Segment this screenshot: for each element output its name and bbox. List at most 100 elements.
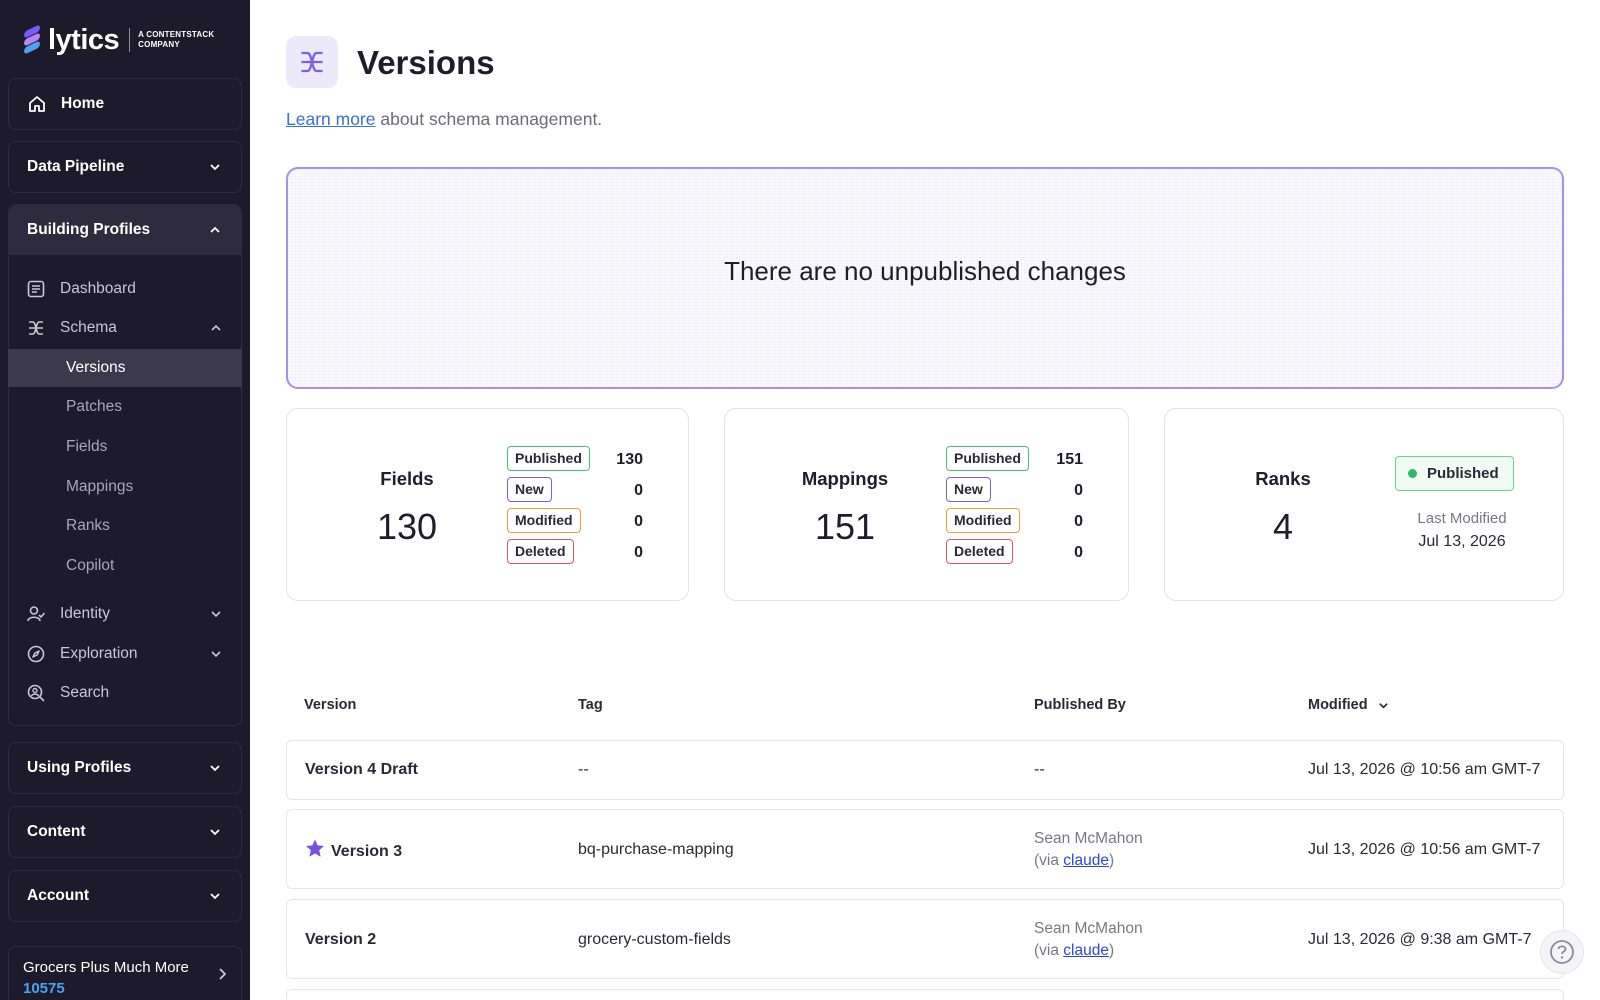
column-header-tag[interactable]: Tag bbox=[578, 697, 603, 713]
chevron-down-icon bbox=[210, 893, 220, 900]
table-row[interactable]: Version 3 bq-purchase-mapping Sean McMah… bbox=[286, 809, 1564, 889]
chevron-down-icon bbox=[211, 611, 221, 618]
via-claude-link[interactable]: claude bbox=[1063, 852, 1109, 869]
published-by-cell: -- bbox=[1034, 761, 1045, 778]
column-header-version[interactable]: Version bbox=[304, 697, 356, 713]
schema-icon bbox=[29, 321, 43, 335]
new-badge: New bbox=[507, 477, 552, 502]
sidebar-item-patches[interactable]: Patches bbox=[8, 388, 242, 426]
mappings-total: 151 bbox=[814, 506, 876, 547]
account-id: 10575 bbox=[23, 980, 65, 997]
logo-wordmark: lytics bbox=[48, 23, 120, 56]
mappings-published-count: 151 bbox=[1056, 451, 1083, 468]
published-badge: Published bbox=[507, 446, 590, 471]
table-row[interactable] bbox=[286, 989, 1564, 1000]
sidebar-item-exploration[interactable]: Exploration bbox=[8, 635, 242, 673]
fields-published-count: 130 bbox=[616, 451, 643, 468]
tag-cell: grocery-custom-fields bbox=[578, 931, 731, 948]
chevron-up-icon bbox=[211, 324, 221, 331]
fields-stat-card[interactable]: Fields 130 Published New Modified Delete… bbox=[286, 408, 689, 601]
sidebar-item-dashboard[interactable]: Dashboard bbox=[8, 270, 242, 308]
sidebar-item-identity[interactable]: Identity bbox=[8, 595, 242, 633]
deleted-badge: Deleted bbox=[507, 539, 574, 564]
compass-icon bbox=[27, 645, 45, 663]
mappings-label: Mappings bbox=[801, 468, 889, 489]
table-row[interactable]: Version 2 grocery-custom-fields Sean McM… bbox=[286, 899, 1564, 979]
search-user-icon bbox=[27, 684, 45, 702]
status-dot-icon bbox=[1408, 469, 1417, 478]
account-name: Grocers Plus Much More bbox=[23, 959, 189, 976]
nav-content[interactable]: Content bbox=[8, 806, 242, 858]
version-cell: Version 3 bbox=[305, 839, 402, 861]
nav-content-label: Content bbox=[27, 823, 86, 840]
published-by-cell: Sean McMahon (via claude) bbox=[1034, 830, 1143, 869]
chevron-down-icon bbox=[210, 164, 220, 171]
sidebar-item-search[interactable]: Search bbox=[8, 674, 242, 712]
new-badge: New bbox=[946, 477, 991, 502]
column-header-modified[interactable]: Modified bbox=[1308, 697, 1389, 713]
table-row[interactable]: Version 4 Draft -- -- Jul 13, 2026 @ 10:… bbox=[286, 740, 1564, 800]
nav-using-profiles[interactable]: Using Profiles bbox=[8, 742, 242, 794]
mappings-modified-count: 0 bbox=[1074, 513, 1083, 530]
nav-account[interactable]: Account bbox=[8, 870, 242, 922]
chevron-up-icon bbox=[210, 226, 220, 233]
mappings-deleted-count: 0 bbox=[1074, 544, 1083, 561]
lytics-logo-icon bbox=[22, 24, 44, 55]
logo-tagline: A CONTENTSTACK COMPANY bbox=[138, 30, 215, 49]
nav-account-label: Account bbox=[27, 887, 89, 904]
modified-cell: Jul 13, 2026 @ 10:56 am GMT-7 bbox=[1308, 841, 1541, 858]
sidebar: lytics A CONTENTSTACK COMPANY Home Data … bbox=[0, 0, 250, 1000]
published-badge: Published bbox=[946, 446, 1029, 471]
account-switcher[interactable]: Grocers Plus Much More 10575 bbox=[8, 946, 242, 1000]
sidebar-item-ranks[interactable]: Ranks bbox=[8, 507, 242, 545]
banner-message: There are no unpublished changes bbox=[724, 255, 1126, 286]
ranks-label: Ranks bbox=[1255, 468, 1311, 489]
nav-data-pipeline[interactable]: Data Pipeline bbox=[8, 141, 242, 193]
page-title: Versions bbox=[357, 44, 495, 81]
tag-cell: bq-purchase-mapping bbox=[578, 841, 734, 858]
sidebar-item-versions[interactable]: Versions bbox=[8, 349, 242, 387]
identity-icon bbox=[27, 606, 46, 622]
fields-deleted-count: 0 bbox=[634, 544, 643, 561]
last-modified-label: Last Modified bbox=[1417, 510, 1507, 527]
chevron-down-icon bbox=[210, 765, 220, 772]
chevron-down-icon bbox=[210, 829, 220, 836]
via-claude-link[interactable]: claude bbox=[1063, 942, 1109, 959]
chevron-down-icon bbox=[211, 651, 221, 658]
fields-modified-count: 0 bbox=[634, 513, 643, 530]
star-icon bbox=[306, 839, 324, 857]
chevron-right-icon bbox=[219, 968, 227, 980]
fields-label: Fields bbox=[380, 468, 434, 489]
nav-using-profiles-label: Using Profiles bbox=[27, 759, 132, 776]
modified-cell: Jul 13, 2026 @ 9:38 am GMT-7 bbox=[1308, 931, 1532, 948]
published-by-cell: Sean McMahon (via claude) bbox=[1034, 920, 1143, 959]
nav-building-profiles-label: Building Profiles bbox=[27, 221, 151, 238]
ranks-status-badge: Published bbox=[1395, 456, 1514, 491]
dashboard-icon bbox=[27, 280, 45, 298]
last-modified-date: Jul 13, 2026 bbox=[1418, 533, 1506, 550]
sidebar-item-copilot[interactable]: Copilot bbox=[8, 547, 242, 585]
learn-more-link[interactable]: Learn more bbox=[286, 109, 376, 129]
column-header-published-by[interactable]: Published By bbox=[1034, 697, 1126, 713]
sidebar-item-schema[interactable]: Schema bbox=[8, 309, 242, 347]
nav-home[interactable]: Home bbox=[8, 78, 242, 130]
tag-cell: -- bbox=[578, 761, 589, 778]
modified-badge: Modified bbox=[946, 508, 1020, 533]
learn-more-line: Learn more about schema management. bbox=[286, 109, 603, 129]
unpublished-changes-banner: There are no unpublished changes bbox=[286, 167, 1564, 389]
fields-total: 130 bbox=[376, 506, 438, 547]
nav-home-label: Home bbox=[61, 95, 105, 112]
version-cell: Version 2 bbox=[305, 931, 377, 948]
mappings-stat-card[interactable]: Mappings 151 Published New Modified Dele… bbox=[724, 408, 1129, 601]
sidebar-item-mappings[interactable]: Mappings bbox=[8, 468, 242, 506]
ranks-stat-card[interactable]: Ranks 4 Published Last Modified Jul 13, … bbox=[1164, 408, 1564, 601]
nav-building-profiles-header[interactable]: Building Profiles bbox=[9, 205, 241, 255]
modified-badge: Modified bbox=[507, 508, 581, 533]
fields-new-count: 0 bbox=[634, 482, 643, 499]
schema-icon bbox=[301, 51, 323, 73]
sidebar-item-fields[interactable]: Fields bbox=[8, 428, 242, 466]
sort-chevron-down-icon bbox=[1378, 702, 1388, 709]
help-button[interactable] bbox=[1540, 930, 1584, 974]
lytics-logo[interactable]: lytics A CONTENTSTACK COMPANY bbox=[22, 22, 214, 58]
version-cell: Version 4 Draft bbox=[305, 761, 418, 778]
